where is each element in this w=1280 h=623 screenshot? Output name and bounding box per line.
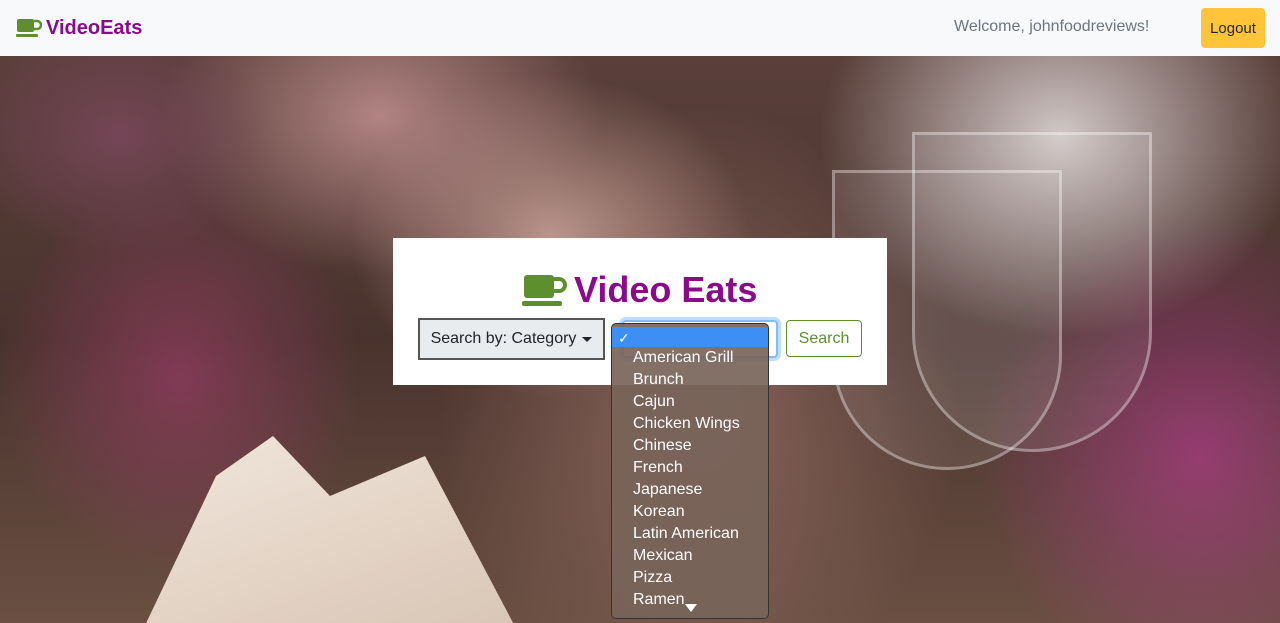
card-title: Video Eats (522, 269, 757, 311)
dropdown-option[interactable]: Chicken Wings (612, 413, 768, 435)
napkin-image (140, 436, 520, 623)
search-type-dropdown-button[interactable]: Search by: Category (418, 318, 605, 360)
dropdown-option[interactable]: French (612, 457, 768, 479)
navbar: VideoEats Welcome, johnfoodreviews! Logo… (0, 0, 1280, 56)
dropdown-option[interactable]: Korean (612, 501, 768, 523)
welcome-message: Welcome, johnfoodreviews! (954, 18, 1150, 35)
dropdown-option[interactable]: Brunch (612, 369, 768, 391)
dropdown-option-blank[interactable]: ✓ (612, 327, 768, 347)
scroll-down-arrow-icon[interactable] (685, 604, 697, 612)
search-type-label: Search by: Category (430, 330, 577, 347)
brand-link[interactable]: VideoEats (16, 17, 142, 40)
category-dropdown-list[interactable]: ✓ American Grill Brunch Cajun Chicken Wi… (611, 323, 769, 619)
brand-name: VideoEats (46, 16, 143, 39)
logout-button[interactable]: Logout (1201, 8, 1265, 48)
dropdown-option[interactable]: Latin American (612, 523, 768, 545)
dropdown-option[interactable]: Cajun (612, 391, 768, 413)
caret-down-icon (582, 336, 593, 342)
dropdown-option[interactable]: Pizza (612, 567, 768, 589)
page-title: Video Eats (574, 269, 758, 310)
coffee-cup-icon (522, 275, 567, 306)
coffee-cup-icon (16, 19, 42, 37)
wine-glass-image (912, 132, 1152, 452)
search-button[interactable]: Search (786, 320, 862, 357)
dropdown-option[interactable]: Mexican (612, 545, 768, 567)
dropdown-option[interactable]: Chinese (612, 435, 768, 457)
dropdown-option[interactable]: Japanese (612, 479, 768, 501)
dropdown-option[interactable]: American Grill (612, 347, 768, 369)
checkmark-icon: ✓ (618, 330, 630, 346)
